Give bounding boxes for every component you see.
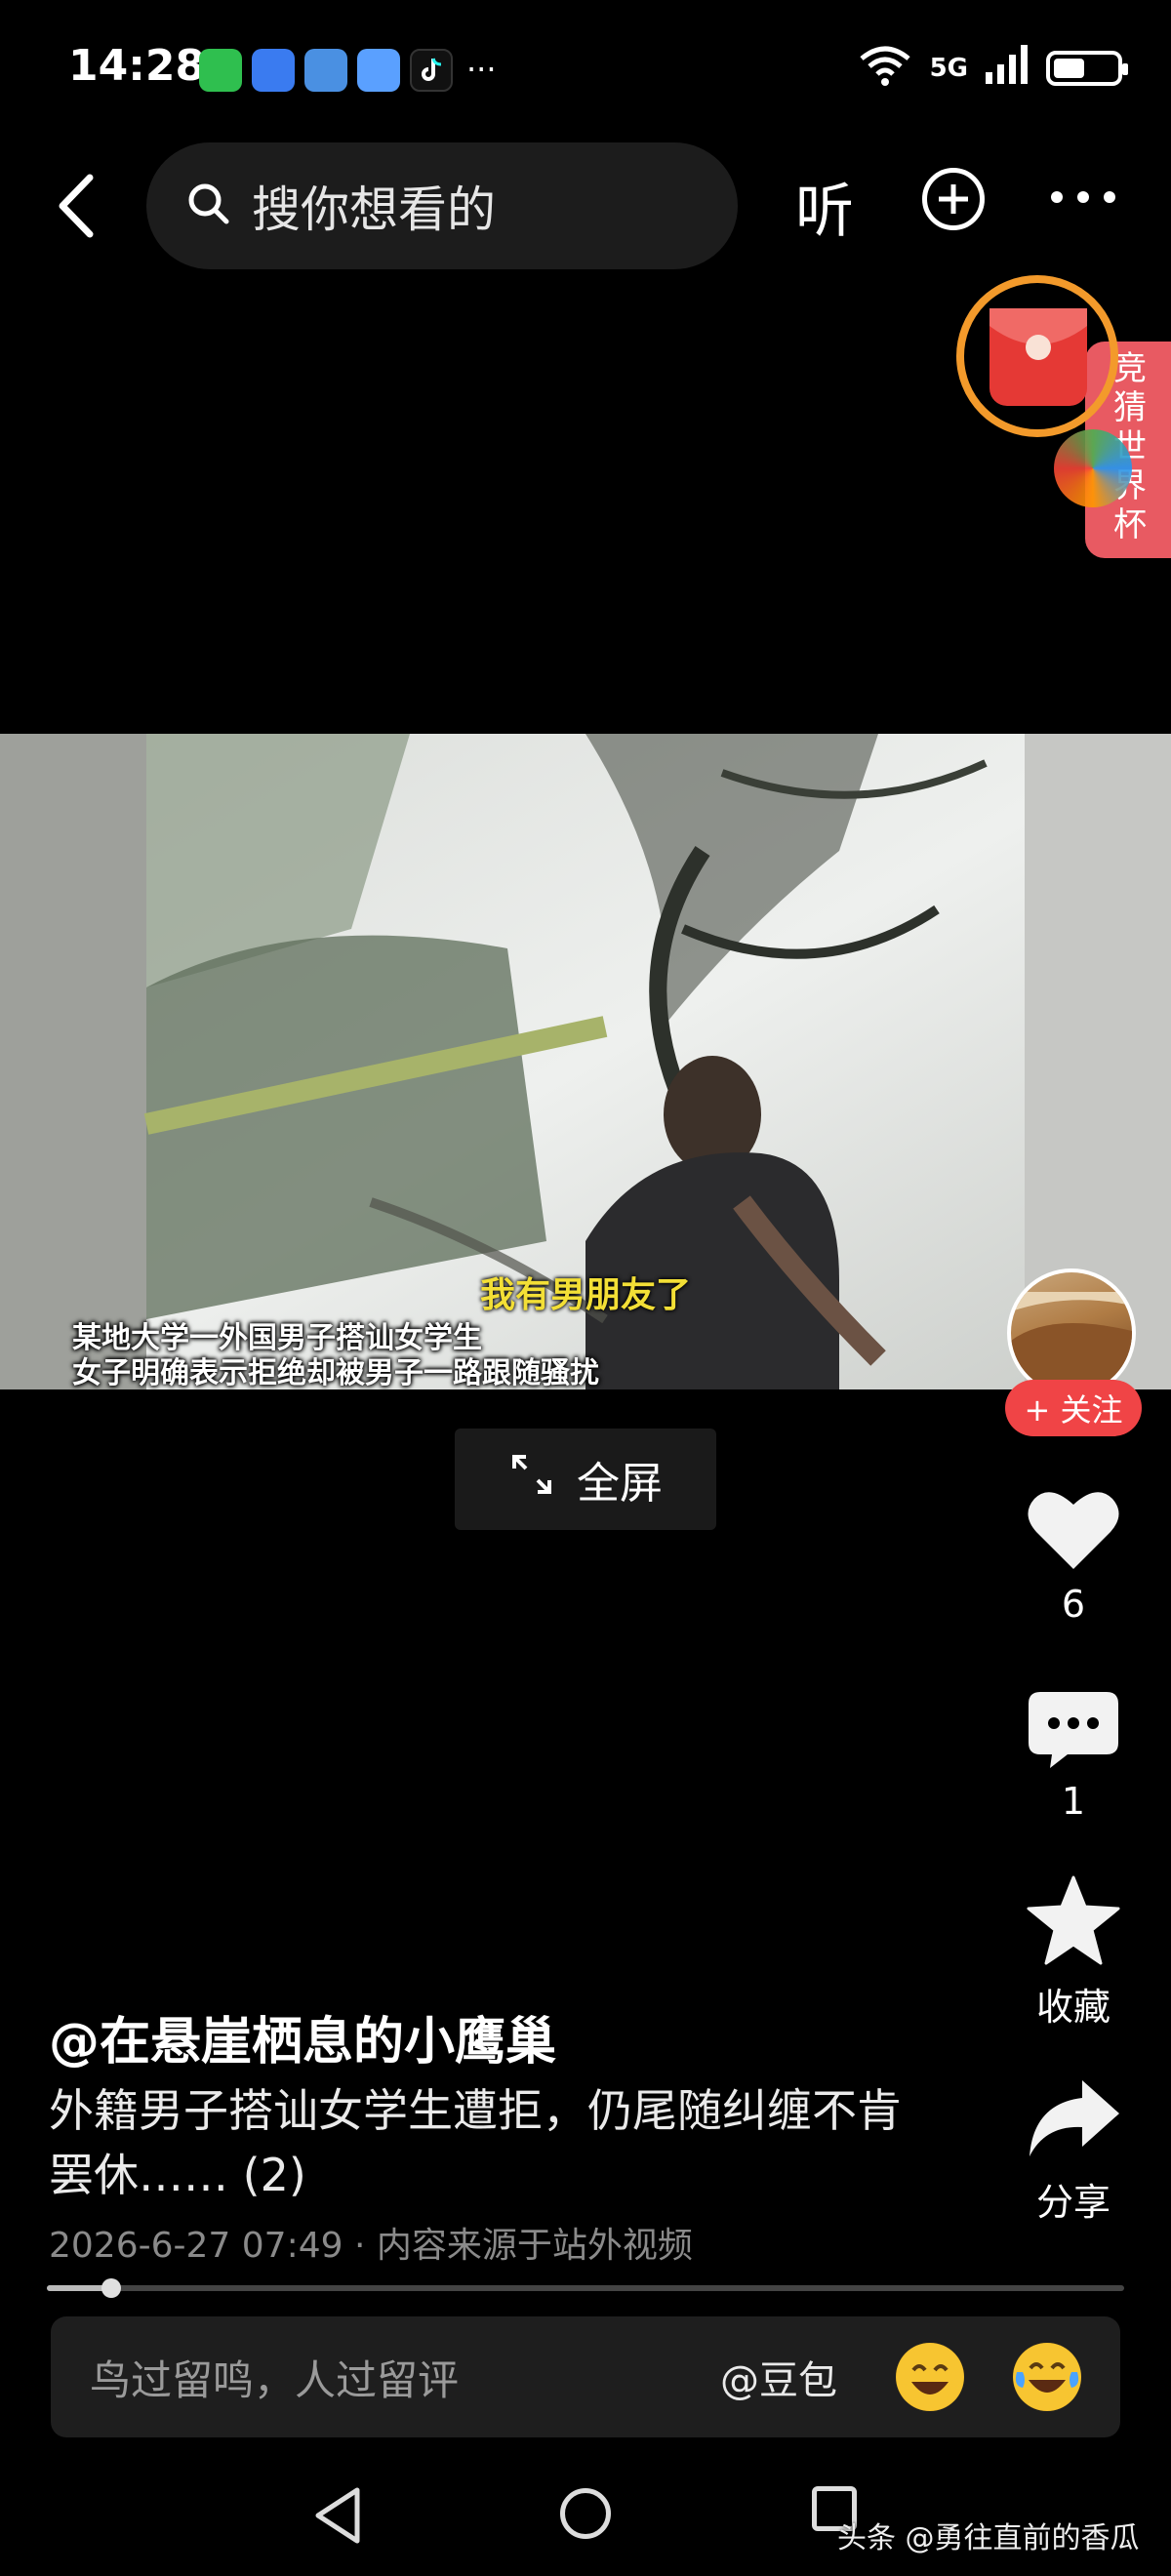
search-input[interactable]: 搜你想看的 [146,142,738,269]
at-doubao-button[interactable]: @豆包 [720,2349,837,2405]
favorite-button[interactable]: 收藏 [1005,1875,1142,2031]
search-icon [185,181,232,231]
author-avatar[interactable] [1007,1268,1136,1397]
heart-icon [1027,1487,1120,1575]
comment-placeholder: 鸟过留鸣，人过留评 [90,2355,460,2404]
like-count: 6 [1061,1583,1086,1626]
status-time: 14:28 [68,41,206,91]
author-name[interactable]: @在悬崖栖息的小鹰巢 [49,2000,556,2073]
wallet-icon [304,49,347,92]
wifi-icon [858,43,912,93]
signal-icon [986,45,1029,91]
more-options-button[interactable] [1049,185,1117,213]
fullscreen-label: 全屏 [577,1459,663,1509]
red-packet-icon [989,308,1087,406]
comment-count: 1 [1061,1780,1086,1823]
progress-handle[interactable] [101,2278,121,2298]
system-home-button[interactable] [560,2488,611,2539]
status-right: 5G [858,43,1128,93]
laughing-emoji-icon[interactable] [896,2343,964,2411]
video-subtitle: 我有男朋友了 [479,1275,691,1315]
comment-icon [1029,1692,1118,1772]
progress-track[interactable] [47,2285,1124,2291]
favorite-label: 收藏 [1035,1986,1110,2029]
crying-laughing-emoji-icon[interactable] [1013,2343,1081,2411]
world-cup-ball-icon [1054,429,1132,507]
wechat-icon [199,49,242,92]
like-button[interactable]: 6 [1005,1487,1142,1626]
star-icon [1027,1875,1120,1969]
follow-button[interactable]: + 关注 [1005,1380,1142,1436]
fullscreen-button[interactable]: 全屏 [455,1429,716,1530]
network-type: 5G [929,53,968,83]
tiktok-icon [410,49,453,92]
share-label: 分享 [1035,2181,1110,2224]
comment-button[interactable]: 1 [1005,1692,1142,1823]
post-description[interactable]: 外籍男子搭讪女学生遭拒，仍尾随纠缠不肯罢休…… (2) [49,2078,927,2207]
video-caption-line2: 女子明确表示拒绝却被男子一路跟随骚扰 [72,1356,599,1390]
post-meta: 2026-6-27 07:49 · 内容来源于站外视频 [49,2226,693,2266]
message-icon [357,49,400,92]
comment-input[interactable]: 鸟过留鸣，人过留评 @豆包 [51,2316,1120,2437]
share-button[interactable]: 分享 [1005,2076,1142,2226]
system-back-button[interactable] [312,2486,365,2549]
battery-icon [1046,50,1128,86]
share-arrow-icon [1026,2076,1121,2164]
search-placeholder: 搜你想看的 [252,181,496,238]
expand-icon [508,1451,555,1509]
listen-button[interactable]: 听 [795,164,854,249]
watermark: 头条 @勇往直前的香瓜 [837,2521,1140,2556]
back-button[interactable] [51,172,100,244]
add-button[interactable] [922,168,985,230]
app-market-icon [252,49,295,92]
more-notifications-icon: ··· [466,51,497,88]
